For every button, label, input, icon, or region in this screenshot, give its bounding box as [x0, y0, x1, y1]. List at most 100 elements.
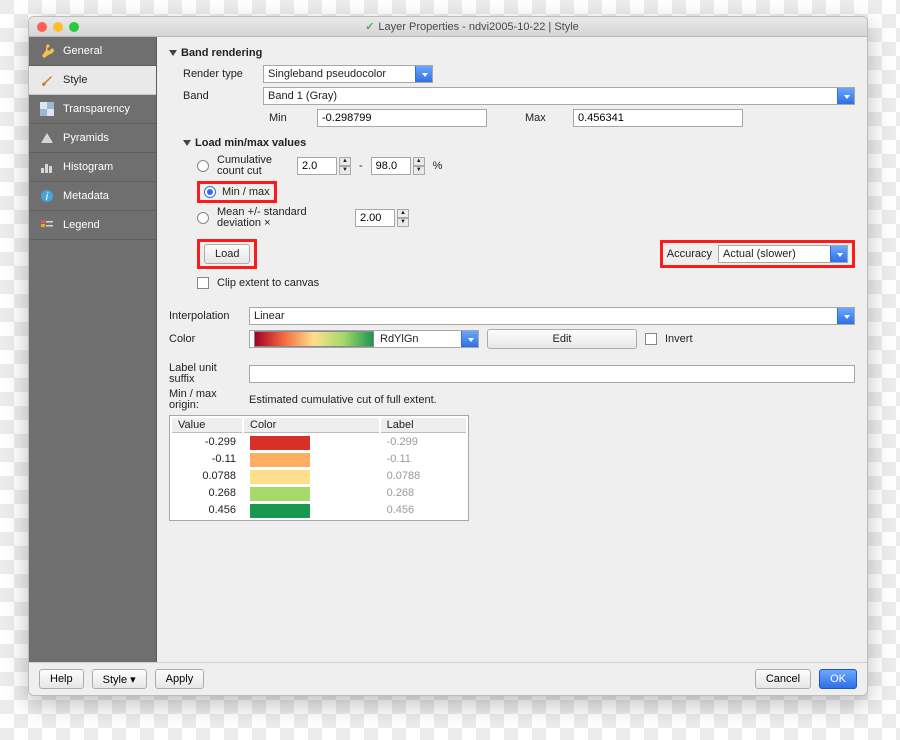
spinner-buttons[interactable]: ▲▼	[339, 157, 351, 175]
cell-color	[244, 503, 379, 518]
pyramid-icon	[39, 130, 55, 146]
checker-icon	[39, 101, 55, 117]
stddev-label: Mean +/- standard deviation ×	[217, 207, 347, 229]
col-label[interactable]: Label	[381, 418, 466, 433]
sidebar-item-transparency[interactable]: Transparency	[29, 95, 156, 124]
cell-value: 0.0788	[172, 469, 242, 484]
sidebar-item-label: Transparency	[63, 103, 130, 115]
spinner-buttons[interactable]: ▲▼	[397, 209, 409, 227]
cell-label: -0.299	[381, 435, 466, 450]
main-panel: Band rendering Render type Singleband ps…	[157, 37, 867, 662]
table-row[interactable]: 0.0788 0.0788	[172, 469, 466, 484]
color-label: Color	[169, 333, 241, 345]
cell-color	[244, 486, 379, 501]
cell-label: 0.268	[381, 486, 466, 501]
sidebar-item-histogram[interactable]: Histogram	[29, 153, 156, 182]
window-zoom-icon[interactable]	[69, 22, 79, 32]
minmax-label: Min / max	[222, 186, 270, 198]
sidebar-item-label: Style	[63, 74, 87, 86]
sidebar-item-label: Histogram	[63, 161, 113, 173]
cell-label: 0.0788	[381, 469, 466, 484]
window-minimize-icon[interactable]	[53, 22, 63, 32]
clip-extent-checkbox[interactable]	[197, 277, 209, 289]
radio-cumulative[interactable]	[197, 160, 209, 172]
table-row[interactable]: -0.299 -0.299	[172, 435, 466, 450]
highlight-accuracy: Accuracy Actual (slower)	[660, 240, 855, 268]
radio-stddev[interactable]	[197, 212, 209, 224]
sidebar-item-pyramids[interactable]: Pyramids	[29, 124, 156, 153]
cell-color	[244, 469, 379, 484]
label-unit-suffix-input[interactable]	[249, 365, 855, 383]
label-unit-suffix-label: Label unit suffix	[169, 363, 241, 385]
cell-value: -0.299	[172, 435, 242, 450]
cell-value: -0.11	[172, 452, 242, 467]
apply-button[interactable]: Apply	[155, 669, 205, 689]
color-ramp-select[interactable]: RdYlGn	[249, 330, 479, 348]
cell-value: 0.268	[172, 486, 242, 501]
disclosure-icon	[169, 50, 177, 56]
style-menu-button[interactable]: Style ▾	[92, 669, 147, 689]
invert-label: Invert	[665, 333, 693, 345]
render-type-label: Render type	[183, 68, 255, 80]
info-icon: i	[39, 188, 55, 204]
gradient-icon	[254, 331, 374, 347]
legend-icon	[39, 217, 55, 233]
edit-button[interactable]: Edit	[487, 329, 637, 349]
col-value[interactable]: Value	[172, 418, 242, 433]
interpolation-select[interactable]: Linear	[249, 307, 855, 325]
sidebar-item-general[interactable]: General	[29, 37, 156, 66]
cum-high-input[interactable]	[371, 157, 411, 175]
band-select[interactable]: Band 1 (Gray)	[263, 87, 855, 105]
highlight-load: Load	[197, 239, 257, 269]
disclosure-icon	[183, 140, 191, 146]
help-button[interactable]: Help	[39, 669, 84, 689]
accuracy-label: Accuracy	[667, 248, 712, 260]
cum-low-input[interactable]	[297, 157, 337, 175]
max-label: Max	[525, 112, 565, 124]
dialog-window: ✓Layer Properties - ndvi2005-10-22 | Sty…	[28, 16, 868, 696]
min-label: Min	[269, 112, 309, 124]
sidebar-item-label: General	[63, 45, 102, 57]
col-color[interactable]: Color	[244, 418, 379, 433]
wrench-icon	[39, 43, 55, 59]
sidebar-item-label: Legend	[63, 219, 100, 231]
stddev-input[interactable]	[355, 209, 395, 227]
load-button[interactable]: Load	[204, 244, 250, 264]
cell-value: 0.456	[172, 503, 242, 518]
sidebar-item-label: Metadata	[63, 190, 109, 202]
section-band-rendering[interactable]: Band rendering	[169, 47, 855, 59]
clip-extent-label: Clip extent to canvas	[217, 277, 319, 289]
color-classes-table[interactable]: Value Color Label -0.299-0.299-0.11-0.11…	[169, 415, 469, 521]
band-label: Band	[183, 90, 255, 102]
histogram-icon	[39, 159, 55, 175]
highlight-minmax: Min / max	[197, 181, 277, 203]
spinner-buttons[interactable]: ▲▼	[413, 157, 425, 175]
section-title: Load min/max values	[195, 137, 306, 149]
sidebar: General Style Transparency Pyramids Hist…	[29, 37, 157, 662]
titlebar: ✓Layer Properties - ndvi2005-10-22 | Sty…	[29, 17, 867, 37]
cancel-button[interactable]: Cancel	[755, 669, 811, 689]
render-type-select[interactable]: Singleband pseudocolor	[263, 65, 433, 83]
sidebar-item-metadata[interactable]: i Metadata	[29, 182, 156, 211]
window-title: ✓Layer Properties - ndvi2005-10-22 | Sty…	[85, 20, 859, 33]
invert-checkbox[interactable]	[645, 333, 657, 345]
ok-button[interactable]: OK	[819, 669, 857, 689]
table-row[interactable]: 0.268 0.268	[172, 486, 466, 501]
window-close-icon[interactable]	[37, 22, 47, 32]
table-row[interactable]: -0.11 -0.11	[172, 452, 466, 467]
sidebar-item-style[interactable]: Style	[29, 66, 156, 95]
cell-color	[244, 435, 379, 450]
radio-minmax[interactable]	[204, 186, 216, 198]
cell-label: -0.11	[381, 452, 466, 467]
accuracy-select[interactable]: Actual (slower)	[718, 245, 848, 263]
brush-icon	[39, 72, 55, 88]
section-title: Band rendering	[181, 47, 262, 59]
cumulative-label: Cumulative count cut	[217, 155, 289, 177]
table-row[interactable]: 0.4560.456	[172, 503, 466, 518]
dialog-footer: Help Style ▾ Apply Cancel OK	[29, 662, 867, 695]
minmax-origin-label: Min / max origin:	[169, 389, 241, 411]
min-input[interactable]	[317, 109, 487, 127]
section-load-minmax[interactable]: Load min/max values	[183, 137, 855, 149]
max-input[interactable]	[573, 109, 743, 127]
sidebar-item-legend[interactable]: Legend	[29, 211, 156, 240]
